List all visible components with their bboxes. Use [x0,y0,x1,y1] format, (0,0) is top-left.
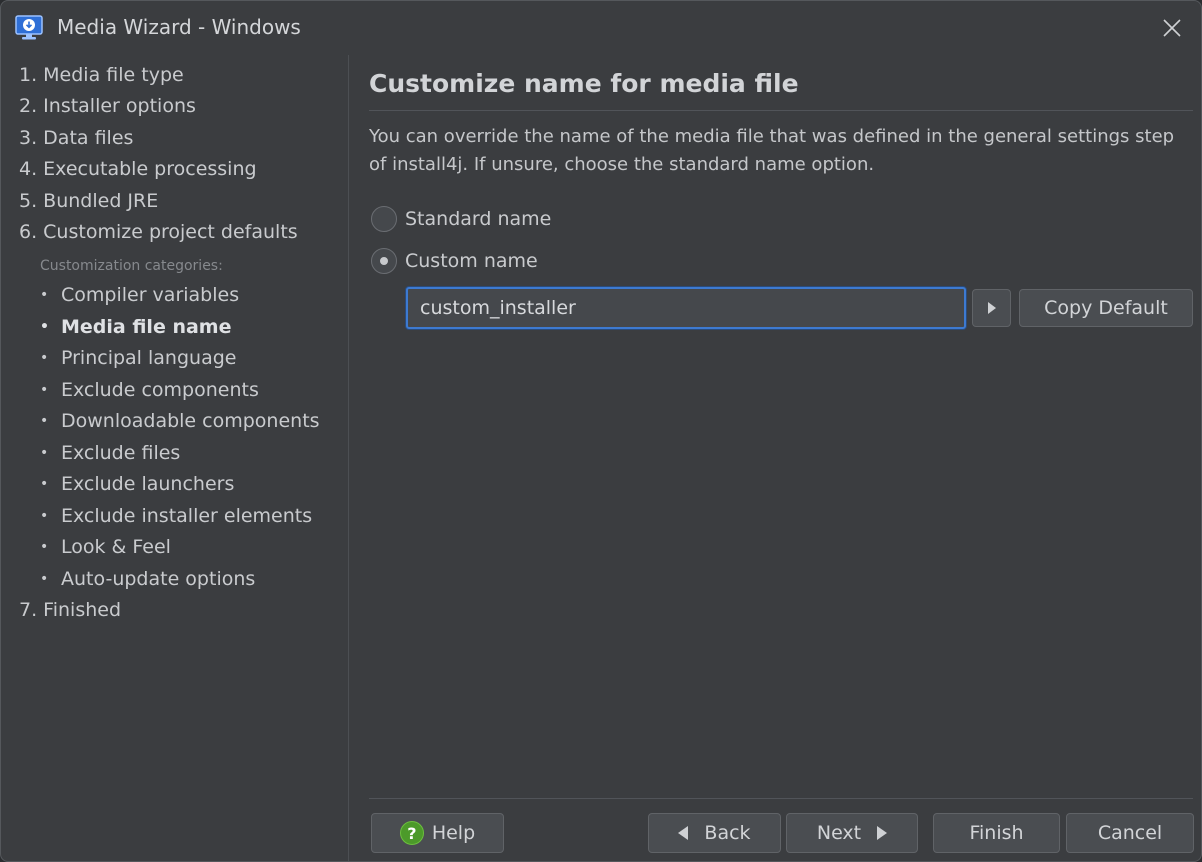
standard-name-label: Standard name [405,208,552,230]
help-label: Help [431,822,476,844]
cancel-button[interactable]: Cancel [1066,813,1194,853]
insert-variable-button[interactable] [972,289,1011,327]
media-wizard-window: Media Wizard - Windows 1. Media file typ… [0,0,1202,862]
category-label: Compiler variables [61,284,240,306]
wizard-steps-sidebar: 1. Media file type 2. Installer options … [1,55,349,861]
play-arrow-icon [987,302,996,314]
step-installer-options[interactable]: 2. Installer options [19,95,196,117]
bullet: • [40,476,49,492]
category-label: Exclude installer elements [61,505,313,527]
step-data-files[interactable]: 3. Data files [19,127,133,149]
bullet: • [40,571,49,587]
bullet: • [40,445,49,461]
category-exclude-files[interactable]: • Exclude files [40,442,180,464]
finish-button[interactable]: Finish [933,813,1060,853]
custom-name-input[interactable] [406,287,966,329]
bullet: • [40,539,49,555]
customization-categories-label: Customization categories: [40,258,223,274]
footer-divider [369,798,1193,799]
bullet: • [40,508,49,524]
next-button[interactable]: Next [786,813,918,853]
category-look-and-feel[interactable]: • Look & Feel [40,536,171,558]
category-exclude-components[interactable]: • Exclude components [40,379,259,401]
category-label: Exclude components [61,379,259,401]
category-auto-update-options[interactable]: • Auto-update options [40,568,255,590]
category-compiler-variables[interactable]: • Compiler variables [40,284,239,306]
step-finished[interactable]: 7. Finished [19,599,121,621]
step-media-file-type[interactable]: 1. Media file type [19,64,184,86]
back-button[interactable]: Back [648,813,781,853]
category-media-file-name[interactable]: • Media file name [40,316,231,338]
category-label: Exclude files [61,442,181,464]
step-customize-project-defaults[interactable]: 6. Customize project defaults [19,221,298,243]
custom-name-option[interactable]: Custom name [371,248,538,274]
standard-name-option[interactable]: Standard name [371,206,551,232]
category-principal-language[interactable]: • Principal language [40,347,236,369]
back-arrow-icon [678,826,689,840]
next-label: Next [816,822,862,844]
page-description: You can override the name of the media f… [369,126,1175,175]
bullet: • [40,382,49,398]
custom-name-label: Custom name [405,250,538,272]
bullet: • [40,319,49,335]
custom-name-radio[interactable] [371,248,397,274]
category-downloadable-components[interactable]: • Downloadable components [40,410,320,432]
title-bar: Media Wizard - Windows [1,1,1201,55]
category-label: Auto-update options [61,568,256,590]
bullet: • [40,350,49,366]
page-title: Customize name for media file [369,69,799,98]
heading-divider [369,110,1193,111]
step-executable-processing[interactable]: 4. Executable processing [19,158,257,180]
category-exclude-launchers[interactable]: • Exclude launchers [40,473,234,495]
main-panel: Customize name for media file You can ov… [349,55,1201,861]
category-label: Exclude launchers [61,473,235,495]
bullet: • [40,413,49,429]
category-label: Principal language [61,347,237,369]
step-bundled-jre[interactable]: 5. Bundled JRE [19,190,158,212]
monitor-download-icon [15,14,43,42]
category-label: Media file name [61,316,232,338]
window-title: Media Wizard - Windows [57,15,301,39]
next-arrow-icon [877,826,888,840]
category-label: Downloadable components [61,410,320,432]
bullet: • [40,287,49,303]
standard-name-radio[interactable] [371,206,397,232]
help-button[interactable]: ? Help [371,813,504,853]
category-exclude-installer-elements[interactable]: • Exclude installer elements [40,505,312,527]
copy-default-button[interactable]: Copy Default [1019,289,1193,327]
close-button[interactable] [1153,9,1191,47]
help-icon: ? [399,821,424,845]
category-label: Look & Feel [61,536,171,558]
back-label: Back [704,822,751,844]
close-icon [1163,19,1181,37]
